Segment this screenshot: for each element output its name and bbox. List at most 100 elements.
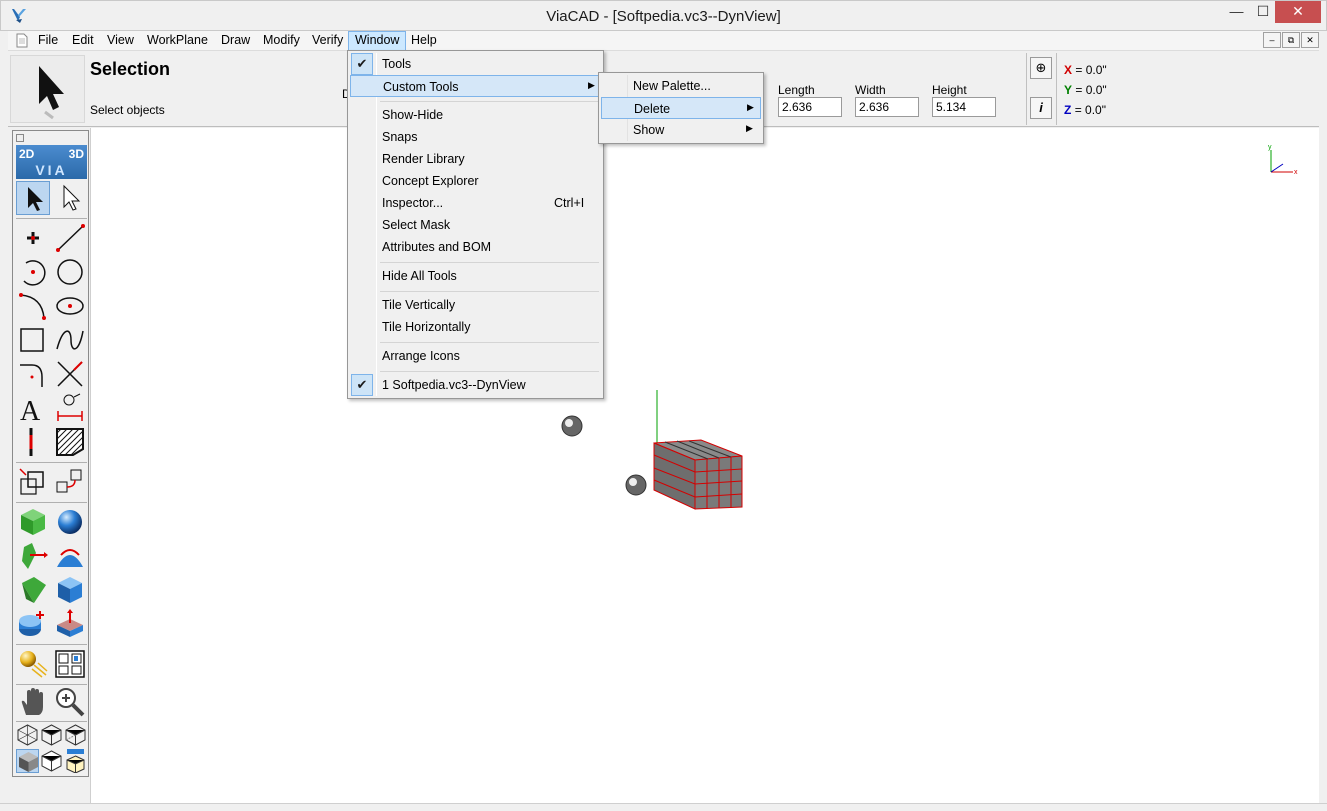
light-sphere[interactable] bbox=[625, 474, 647, 496]
height-label: Height bbox=[932, 83, 967, 97]
sphere-solid-tool-button[interactable] bbox=[53, 505, 87, 539]
dimension-tool-button[interactable] bbox=[53, 391, 87, 425]
menu-file[interactable]: File bbox=[32, 31, 64, 51]
menu-item-attributes-bom[interactable]: Attributes and BOM bbox=[350, 236, 601, 258]
arc-tool-button[interactable] bbox=[16, 255, 50, 289]
hatch-tool-button[interactable] bbox=[53, 425, 87, 459]
push-pull-tool-button[interactable] bbox=[53, 607, 87, 641]
boolean-tool-button[interactable] bbox=[16, 607, 50, 641]
menu-item-label: Custom Tools bbox=[383, 80, 459, 94]
menu-workplane[interactable]: WorkPlane bbox=[141, 31, 214, 51]
width-field[interactable] bbox=[855, 97, 919, 117]
push-pull-icon bbox=[57, 609, 83, 637]
menu-draw[interactable]: Draw bbox=[215, 31, 256, 51]
maximize-button[interactable]: ☐ bbox=[1251, 1, 1275, 23]
palette-close-button[interactable] bbox=[16, 134, 24, 142]
sweep-icon bbox=[57, 549, 83, 567]
sweep-tool-button[interactable] bbox=[53, 539, 87, 573]
hidden-line-view-button[interactable] bbox=[40, 723, 63, 747]
menu-separator bbox=[380, 101, 599, 102]
menu-item-render-library[interactable]: Render Library bbox=[350, 148, 601, 170]
menu-window[interactable]: Window bbox=[348, 31, 407, 51]
menu-item-tile-horizontally[interactable]: Tile Horizontally bbox=[350, 316, 601, 338]
mdi-close-button[interactable]: ✕ bbox=[1301, 32, 1319, 48]
2d-3d-mode-toggle[interactable]: 2D 3D VIA bbox=[16, 145, 87, 179]
menu-separator bbox=[380, 342, 599, 343]
layers-tool-button[interactable] bbox=[53, 647, 87, 681]
info-button[interactable]: i bbox=[1030, 97, 1052, 119]
dashed-hidden-view-button[interactable] bbox=[64, 723, 87, 747]
transform-tool-button[interactable] bbox=[16, 465, 50, 499]
shaded-edges-view-button[interactable] bbox=[40, 749, 63, 773]
svg-text:A: A bbox=[20, 396, 41, 425]
boolean-icon bbox=[19, 611, 44, 636]
circle-tool-button[interactable] bbox=[53, 255, 87, 289]
menu-item-snaps[interactable]: Snaps bbox=[350, 126, 601, 148]
point-tool-button[interactable] bbox=[16, 221, 50, 255]
arc-3pt-tool-button[interactable] bbox=[16, 289, 50, 323]
minimize-button[interactable]: — bbox=[1222, 1, 1251, 23]
menu-item-label: 1 Softpedia.vc3--DynView bbox=[382, 378, 526, 392]
menu-edit[interactable]: Edit bbox=[66, 31, 100, 51]
menu-item-label: Show bbox=[633, 123, 665, 137]
window-title: ViaCAD - [Softpedia.vc3--DynView] bbox=[546, 8, 781, 25]
text-icon: A bbox=[20, 396, 41, 425]
select-outline-tool-button[interactable] bbox=[53, 181, 87, 215]
menu-item-select-mask[interactable]: Select Mask bbox=[350, 214, 601, 236]
mdi-minimize-button[interactable]: – bbox=[1263, 32, 1281, 48]
submenu-item-show[interactable]: Show ▶ bbox=[601, 119, 761, 141]
submenu-item-delete[interactable]: Delete ▶ bbox=[601, 97, 761, 119]
length-field[interactable] bbox=[778, 97, 842, 117]
menu-item-tile-vertically[interactable]: Tile Vertically bbox=[350, 294, 601, 316]
copy-move-tool-button[interactable] bbox=[53, 465, 87, 499]
menu-item-open-document[interactable]: ✔ 1 Softpedia.vc3--DynView bbox=[350, 374, 601, 396]
close-button[interactable]: ✕ bbox=[1275, 1, 1321, 23]
menu-item-label: Hide All Tools bbox=[382, 269, 457, 283]
fillet-tool-button[interactable] bbox=[16, 357, 50, 391]
menu-item-label: Attributes and BOM bbox=[382, 240, 492, 254]
drawing-viewport[interactable]: y x bbox=[90, 128, 1319, 803]
blend-tool-button[interactable] bbox=[53, 573, 87, 607]
loft-tool-button[interactable] bbox=[16, 573, 50, 607]
height-field[interactable] bbox=[932, 97, 996, 117]
pan-tool-button[interactable] bbox=[16, 685, 50, 719]
revolve-tool-button[interactable] bbox=[16, 539, 50, 573]
menu-item-tools[interactable]: ✔ Tools bbox=[350, 53, 601, 75]
rectangle-tool-button[interactable] bbox=[16, 323, 50, 357]
revolve-icon bbox=[22, 543, 48, 569]
menu-modify[interactable]: Modify bbox=[257, 31, 306, 51]
mdi-restore-button[interactable]: ⧉ bbox=[1282, 32, 1300, 48]
menu-view[interactable]: View bbox=[101, 31, 140, 51]
menu-item-inspector[interactable]: Inspector... Ctrl+I bbox=[350, 192, 601, 214]
green-cube-icon bbox=[21, 509, 45, 535]
box-solid-tool-button[interactable] bbox=[16, 505, 50, 539]
select-tool-button[interactable] bbox=[16, 181, 50, 215]
wireframe-view-button[interactable] bbox=[16, 723, 39, 747]
3d-box-model[interactable] bbox=[653, 439, 743, 510]
document-icon[interactable] bbox=[16, 33, 28, 48]
submenu-item-new-palette[interactable]: New Palette... bbox=[601, 75, 761, 97]
circle-icon bbox=[57, 259, 83, 285]
snap-target-button[interactable]: ⊕ bbox=[1030, 57, 1052, 79]
menu-item-custom-tools[interactable]: Custom Tools ▶ bbox=[350, 75, 601, 97]
lighting-tool-button[interactable] bbox=[16, 647, 50, 681]
ellipse-tool-button[interactable] bbox=[53, 289, 87, 323]
text-tool-button[interactable]: A bbox=[16, 391, 50, 425]
render-view-button[interactable] bbox=[64, 749, 87, 773]
shaded-view-button[interactable] bbox=[16, 749, 39, 773]
arc-icon bbox=[23, 260, 46, 286]
menu-item-hide-all-tools[interactable]: Hide All Tools bbox=[350, 265, 601, 287]
menu-item-concept-explorer[interactable]: Concept Explorer bbox=[350, 170, 601, 192]
menu-help[interactable]: Help bbox=[405, 31, 443, 51]
menu-item-arrange-icons[interactable]: Arrange Icons bbox=[350, 345, 601, 367]
centerline-tool-button[interactable] bbox=[16, 425, 50, 459]
coord-z: Z = 0.0" bbox=[1064, 103, 1106, 117]
separator bbox=[16, 644, 87, 645]
spline-tool-button[interactable] bbox=[53, 323, 87, 357]
zoom-tool-button[interactable] bbox=[53, 685, 87, 719]
light-sphere[interactable] bbox=[561, 415, 583, 437]
line-tool-button[interactable] bbox=[53, 221, 87, 255]
menu-item-show-hide[interactable]: Show-Hide bbox=[350, 104, 601, 126]
menu-verify[interactable]: Verify bbox=[306, 31, 349, 51]
trim-tool-button[interactable] bbox=[53, 357, 87, 391]
